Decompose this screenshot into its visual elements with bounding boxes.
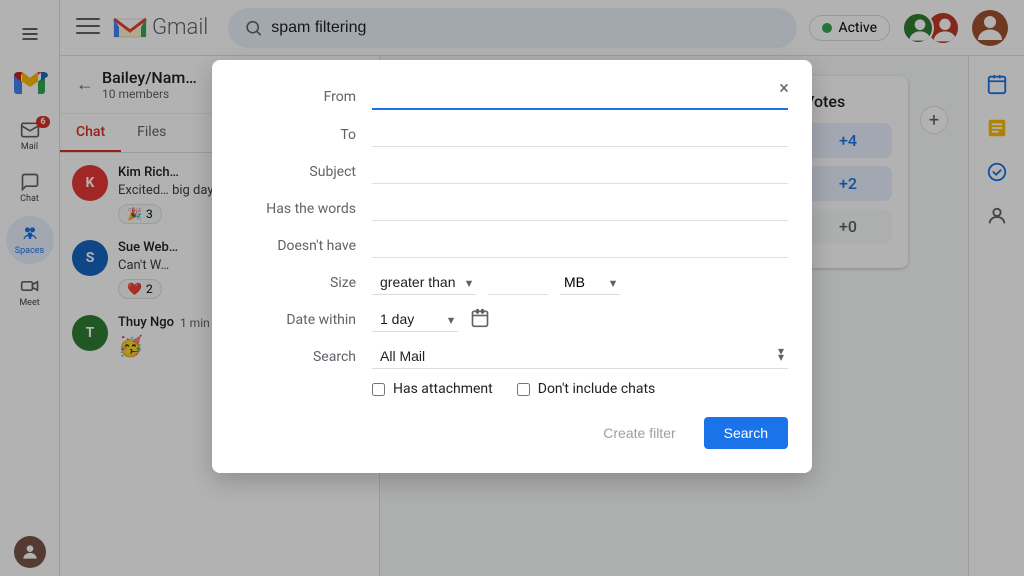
search-scope-select[interactable]: All Mail Inbox Sent Drafts Spam Trash xyxy=(372,344,788,369)
create-filter-button[interactable]: Create filter xyxy=(587,417,691,449)
has-attachment-checkbox-label[interactable]: Has attachment xyxy=(372,381,493,397)
search-scope-wrap: All Mail Inbox Sent Drafts Spam Trash ▾ xyxy=(372,344,788,369)
has-words-label: Has the words xyxy=(236,201,356,217)
search-scope-select-wrap: All Mail Inbox Sent Drafts Spam Trash ▾ xyxy=(372,344,788,369)
subject-label: Subject xyxy=(236,164,356,180)
to-input[interactable] xyxy=(372,122,788,147)
no-chats-checkbox-label[interactable]: Don't include chats xyxy=(517,381,656,397)
size-controls: greater than less than ▾ MB KB Bytes ▾ xyxy=(372,270,788,295)
size-label: Size xyxy=(236,275,356,291)
dialog-row-to: To xyxy=(236,122,788,147)
from-input[interactable] xyxy=(372,84,788,110)
from-label: From xyxy=(236,89,356,105)
size-value-input[interactable] xyxy=(488,270,548,295)
size-comparator-wrap: greater than less than ▾ xyxy=(372,270,476,295)
size-unit-wrap: MB KB Bytes ▾ xyxy=(560,270,620,295)
dialog-row-has-words: Has the words xyxy=(236,196,788,221)
date-select-wrap: 1 day 3 days 1 week 2 weeks 1 month 6 mo… xyxy=(372,307,458,332)
dialog-row-size: Size greater than less than ▾ MB KB xyxy=(236,270,788,295)
dialog-row-search-scope: Search All Mail Inbox Sent Drafts Spam T… xyxy=(236,344,788,369)
size-unit-select[interactable]: MB KB Bytes xyxy=(560,270,620,295)
dialog-checkboxes-row: Has attachment Don't include chats xyxy=(372,381,788,397)
date-within-label: Date within xyxy=(236,312,356,328)
no-chats-label: Don't include chats xyxy=(538,381,656,397)
search-button[interactable]: Search xyxy=(704,417,788,449)
doesnt-have-label: Doesn't have xyxy=(236,238,356,254)
dialog-row-from: From xyxy=(236,84,788,110)
has-words-input[interactable] xyxy=(372,196,788,221)
dialog-row-date: Date within 1 day 3 days 1 week 2 weeks … xyxy=(236,307,788,332)
date-controls: 1 day 3 days 1 week 2 weeks 1 month 6 mo… xyxy=(372,307,788,332)
dialog-close-button[interactable]: × xyxy=(768,72,800,104)
search-scope-label: Search xyxy=(236,349,356,365)
doesnt-have-input[interactable] xyxy=(372,233,788,258)
dialog-row-subject: Subject xyxy=(236,159,788,184)
search-dialog: × From To Subject Has the words xyxy=(212,60,812,473)
no-chats-checkbox[interactable] xyxy=(517,383,530,396)
has-attachment-checkbox[interactable] xyxy=(372,383,385,396)
date-within-select[interactable]: 1 day 3 days 1 week 2 weeks 1 month 6 mo… xyxy=(372,307,458,332)
dialog-row-doesnt-have: Doesn't have xyxy=(236,233,788,258)
calendar-icon[interactable] xyxy=(470,308,490,332)
to-label: To xyxy=(236,127,356,143)
subject-input[interactable] xyxy=(372,159,788,184)
size-comparator-select[interactable]: greater than less than xyxy=(372,270,476,295)
dialog-footer: Create filter Search xyxy=(236,417,788,449)
has-attachment-label: Has attachment xyxy=(393,381,493,397)
modal-overlay: × From To Subject Has the words xyxy=(0,0,1024,576)
